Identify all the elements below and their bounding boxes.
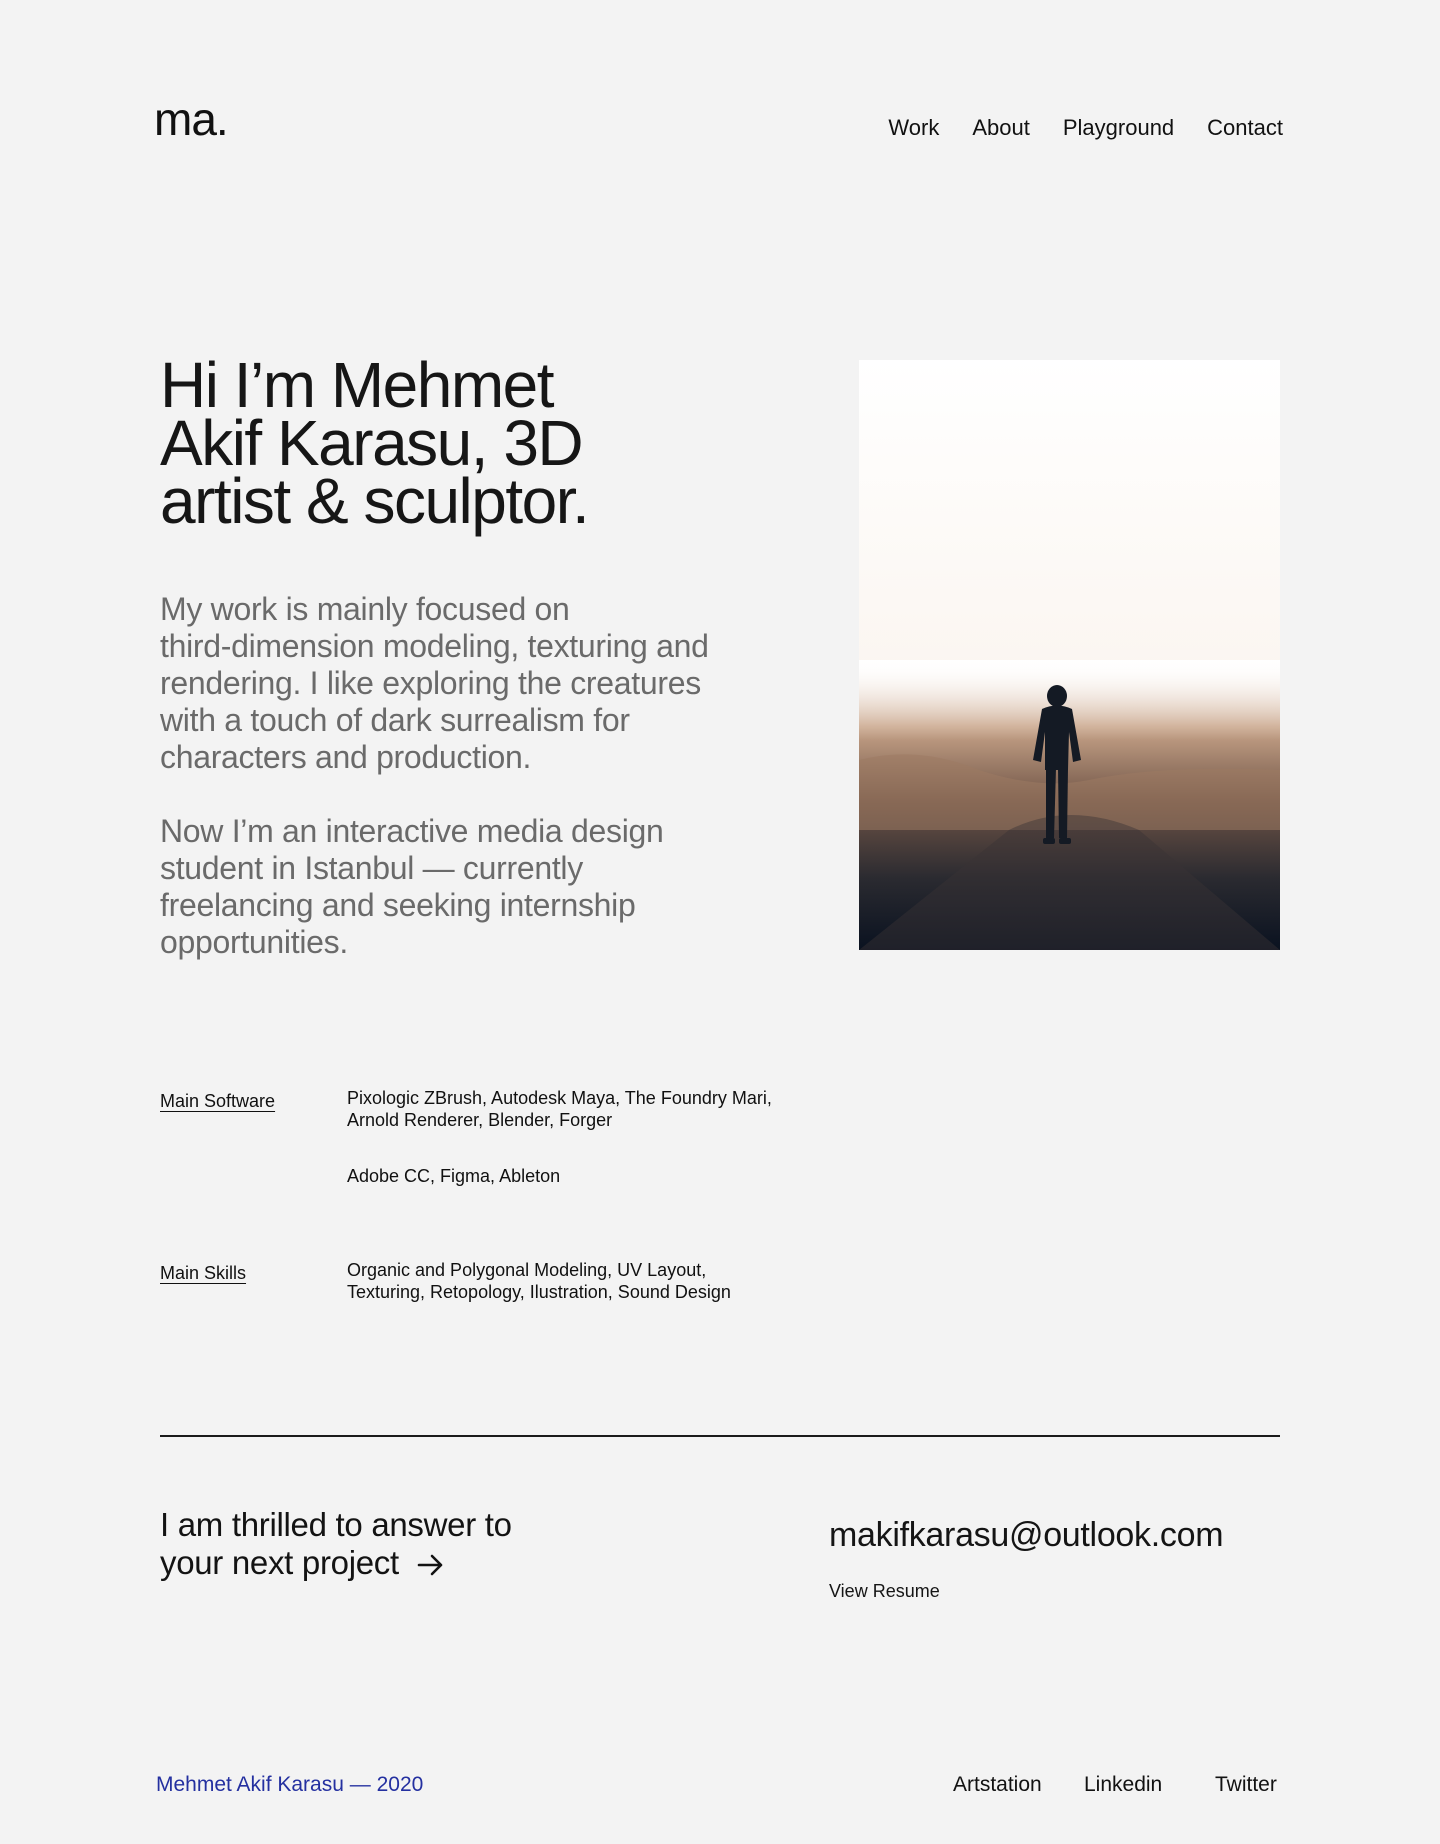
nav-work[interactable]: Work — [888, 114, 939, 142]
main-skills-list: Organic and Polygonal Modeling, UV Layou… — [347, 1259, 807, 1303]
main-software-label: Main Software — [160, 1091, 276, 1111]
arrow-right-icon[interactable] — [417, 1547, 445, 1585]
email-link[interactable]: makifkarasu@outlook.com — [829, 1514, 1224, 1556]
software-line: Pixologic ZBrush, Autodesk Maya, The Fou… — [347, 1088, 772, 1108]
bio-line: Now I’m an interactive media design — [160, 813, 664, 849]
skills-line: Organic and Polygonal Modeling, UV Layou… — [347, 1260, 707, 1280]
bio-line: third-dimension modeling, texturing and — [160, 628, 709, 664]
bio-line: freelancing and seeking internship — [160, 887, 636, 923]
bio-line: student in Istanbul — currently — [160, 850, 583, 886]
bio-line: characters and production. — [160, 739, 532, 775]
main-nav: Work About Playground Contact — [888, 114, 1283, 142]
social-linkedin[interactable]: Linkedin — [1084, 1772, 1162, 1798]
secondary-software-list: Adobe CC, Figma, Ableton — [347, 1166, 561, 1186]
hero-photo — [859, 360, 1280, 950]
view-resume-link[interactable]: View Resume — [829, 1580, 940, 1602]
bio-line: with a touch of dark surrealism for — [160, 702, 630, 738]
logo[interactable]: ma. — [154, 96, 229, 142]
nav-contact[interactable]: Contact — [1207, 114, 1283, 142]
hero-title-line: artist & sculptor. — [160, 465, 590, 537]
cta-line-text: your next project — [160, 1544, 399, 1581]
bio-line: My work is mainly focused on — [160, 591, 570, 627]
bio-paragraph-2: Now I’m an interactive media design stud… — [160, 813, 750, 961]
main-skills-label: Main Skills — [160, 1263, 247, 1283]
skills-line: Texturing, Retopology, Ilustration, Soun… — [347, 1282, 731, 1302]
walking-person-image — [859, 360, 1280, 950]
software-line: Arnold Renderer, Blender, Forger — [347, 1110, 613, 1130]
hero-title-line: Akif Karasu, 3D — [160, 407, 584, 479]
section-divider — [160, 1435, 1280, 1437]
nav-playground[interactable]: Playground — [1063, 114, 1174, 142]
social-artstation[interactable]: Artstation — [953, 1772, 1042, 1798]
social-twitter[interactable]: Twitter — [1215, 1772, 1277, 1798]
bio-line: rendering. I like exploring the creature… — [160, 665, 701, 701]
bio-paragraph-1: My work is mainly focused on third-dimen… — [160, 591, 750, 776]
hero-title: Hi I’m Mehmet Akif Karasu, 3D artist & s… — [160, 349, 680, 537]
cta-line: I am thrilled to answer to — [160, 1506, 512, 1543]
contact-cta[interactable]: I am thrilled to answer to your next pro… — [160, 1506, 580, 1585]
main-software-list: Pixologic ZBrush, Autodesk Maya, The Fou… — [347, 1087, 807, 1131]
cta-line: your next project — [160, 1544, 580, 1585]
nav-about[interactable]: About — [972, 114, 1030, 142]
hero-title-line: Hi I’m Mehmet — [160, 349, 555, 421]
footer-copyright: Mehmet Akif Karasu — 2020 — [156, 1773, 424, 1796]
bio-line: opportunities. — [160, 924, 348, 960]
